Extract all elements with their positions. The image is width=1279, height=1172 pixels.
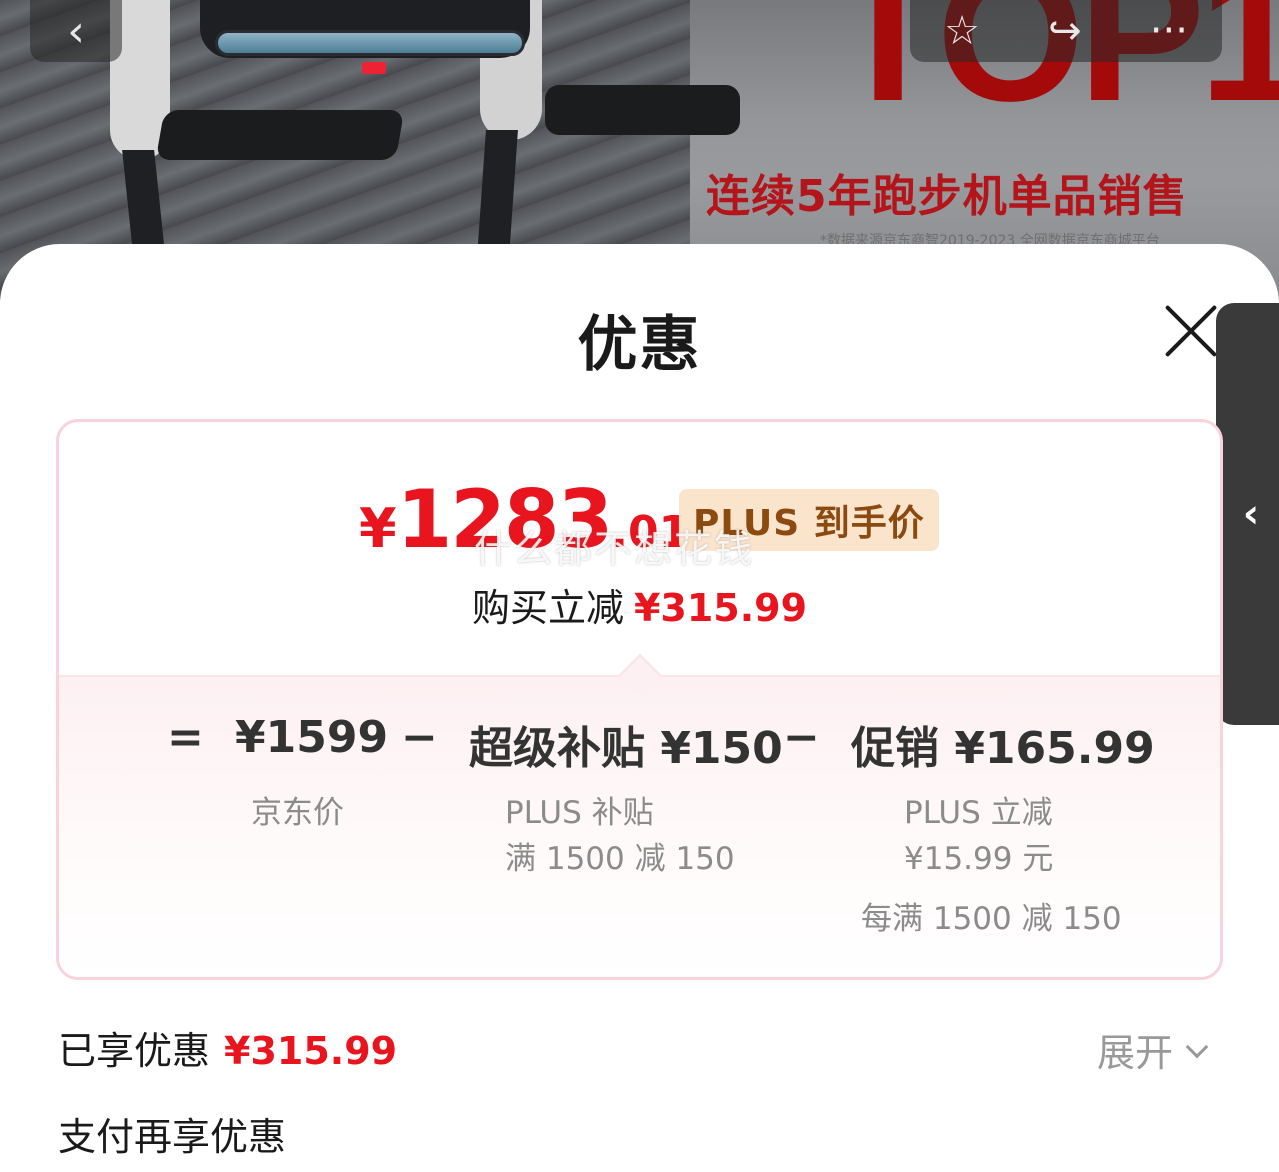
banner-slogan: 连续5年跑步机单品销售: [706, 171, 1188, 222]
payment-discount-row[interactable]: 支付再享优惠: [58, 1106, 286, 1161]
subsidy-detail-line: PLUS 补贴: [505, 795, 654, 831]
enjoyed-discount-row: 已享优惠 ¥315.99: [58, 1020, 397, 1075]
treadmill-handle-left: [155, 110, 405, 160]
treadmill-console-bar: [215, 30, 525, 56]
chevron-left-icon: ‹: [67, 5, 85, 57]
star-icon[interactable]: ☆: [944, 8, 980, 54]
formula-subsidy: 超级补贴 ¥150: [469, 723, 783, 774]
chevron-left-icon: ‹: [1242, 491, 1260, 537]
close-icon[interactable]: [1162, 302, 1220, 360]
sheet-title: 优惠: [577, 310, 702, 380]
side-drawer-tab[interactable]: ‹: [1216, 303, 1279, 725]
discount-amount: ¥315.99: [633, 586, 808, 630]
enjoyed-label: 已享优惠: [58, 1029, 211, 1073]
expand-label: 展开: [1097, 1031, 1174, 1075]
formula-base-price: ¥1599: [235, 712, 389, 763]
price-breakdown-card: ¥1283.01 PLUS 到手价 什么都不想花钱 购买立减 ¥315.99 = …: [56, 419, 1223, 980]
chevron-down-icon: [1185, 1035, 1209, 1058]
discount-label: 购买立减: [471, 586, 624, 630]
promo-detail-line: PLUS 立减: [904, 795, 1053, 831]
back-button[interactable]: ‹: [30, 0, 122, 62]
treadmill-handle-right: [545, 85, 740, 135]
formula-minus: −: [401, 712, 438, 763]
expand-button[interactable]: 展开: [1097, 1022, 1209, 1077]
formula-equals: =: [167, 712, 204, 763]
promo-detail-line: ¥15.99 元: [904, 841, 1054, 877]
more-icon[interactable]: ···: [1150, 8, 1188, 54]
formula-minus: −: [783, 712, 820, 763]
subsidy-detail-line: 满 1500 减 150: [505, 841, 735, 877]
final-price-currency: ¥: [359, 497, 397, 560]
share-icon[interactable]: ↪: [1048, 8, 1082, 54]
price-formula: = ¥1599 − 超级补贴 ¥150 − 促销 ¥165.99: [167, 712, 1155, 774]
header-actions: ☆ ↪ ···: [910, 0, 1222, 62]
treadmill-stop-button: [362, 62, 386, 74]
base-price-label: 京东价: [251, 795, 344, 831]
formula-promo: 促销 ¥165.99: [851, 723, 1155, 774]
enjoyed-amount: ¥315.99: [224, 1029, 398, 1073]
promo-detail-line: 每满 1500 减 150: [861, 901, 1122, 937]
watermark: 什么都不想花钱: [474, 527, 755, 571]
discount-summary: 购买立减 ¥315.99: [59, 577, 1220, 632]
